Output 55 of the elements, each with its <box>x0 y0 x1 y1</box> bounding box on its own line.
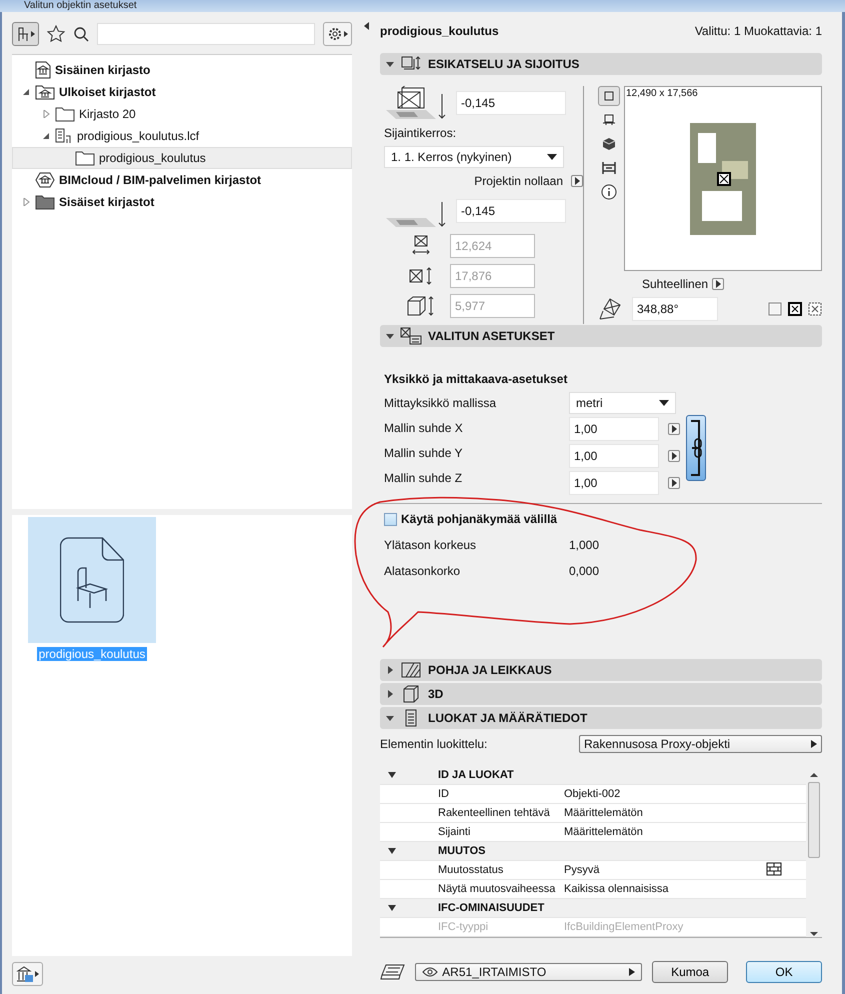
scale-field[interactable]: 1,00 <box>569 471 659 495</box>
property-name: IFC-tyyppi <box>438 921 490 933</box>
selection-info: Valittu: 1 Muokattavia: 1 <box>694 24 822 38</box>
section-header[interactable]: VALITUN ASETUKSET <box>380 325 822 347</box>
field-label: Mallin suhde Z <box>384 470 464 487</box>
section-header[interactable]: LUOKAT JA MÄÄRÄTIEDOT <box>380 707 822 729</box>
tree-item[interactable]: Sisäiset kirjastot <box>12 191 352 213</box>
property-name: Muutosstatus <box>438 864 504 876</box>
property-value: Pysyvä <box>564 864 600 876</box>
field-label: Mittayksikkö mallissa <box>384 396 498 410</box>
scale-field[interactable]: 1,00 <box>569 417 659 441</box>
story-dropdown[interactable]: 1. 1. Kerros (nykyinen) <box>384 146 564 168</box>
angle-mode-label: Suhteellinen <box>642 277 708 291</box>
property-value: IfcBuildingElementProxy <box>564 921 684 933</box>
settings-heading: Yksikkö ja mittakaava-asetukset <box>384 372 568 386</box>
preview-size: 12,490 x 17,566 <box>626 88 698 99</box>
angle-field[interactable]: 348,88° <box>632 297 718 321</box>
layer-dropdown[interactable]: AR51_IRTAIMISTO <box>415 963 642 981</box>
elevation-field[interactable]: -0,145 <box>456 91 566 115</box>
field-label: Alatasonkorko <box>384 564 462 578</box>
field-label: Mallin suhde X <box>384 420 464 437</box>
classification-dropdown[interactable]: Rakennusosa Proxy-objekti <box>579 735 822 753</box>
property-value: Kaikissa olennaisissa <box>564 883 670 895</box>
section-header[interactable]: ESIKATSELU JA SIJOITUS <box>380 53 822 75</box>
classification-label: Elementin luokittelu: <box>380 737 488 751</box>
property-value: Määrittelemätön <box>564 826 644 838</box>
window-title: Valitun objektin asetukset <box>0 0 845 12</box>
unit-dropdown[interactable]: metri <box>569 392 676 414</box>
section-header[interactable]: POHJA JA LEIKKAUS <box>380 659 822 681</box>
tree-item[interactable]: prodigious_koulutus.lcf <box>12 125 352 147</box>
checkbox-label: Käytä pohjanäkymää välillä <box>401 512 558 526</box>
tree-item[interactable]: Ulkoiset kirjastot <box>12 81 352 103</box>
story-label: Sijaintikerros: <box>384 126 458 140</box>
reference-field[interactable]: -0,145 <box>456 199 566 223</box>
tree-item[interactable]: Sisäinen kirjasto <box>12 59 352 81</box>
tree-item[interactable]: BIMcloud / BIM-palvelimen kirjastot <box>12 169 352 191</box>
property-name: Rakenteellinen tehtävä <box>438 807 551 819</box>
property-value: Määrittelemätön <box>564 807 644 819</box>
property-name: ID <box>438 788 450 800</box>
field-value: 0,000 <box>569 564 600 578</box>
reference-label: Projektin nollaan <box>474 174 563 188</box>
field-label: Mallin suhde Y <box>384 445 464 462</box>
scale-field[interactable]: 1,00 <box>569 444 659 468</box>
field-label: Ylätason korkeus <box>384 538 478 552</box>
property-name: Sijainti <box>438 826 472 838</box>
section-header[interactable]: 3D <box>380 683 822 705</box>
object-title: prodigious_koulutus <box>380 24 499 38</box>
field-value: 1,000 <box>569 538 600 552</box>
ok-button[interactable]: OK <box>746 961 822 983</box>
object-name: prodigious_koulutus <box>36 647 148 661</box>
cancel-button[interactable]: Kumoa <box>652 961 728 983</box>
property-name: Näytä muutosvaiheessa <box>438 883 556 895</box>
tree-item[interactable]: prodigious_koulutus <box>12 147 352 169</box>
property-value: Objekti-002 <box>564 788 622 800</box>
tree-item[interactable]: Kirjasto 20 <box>12 103 352 125</box>
